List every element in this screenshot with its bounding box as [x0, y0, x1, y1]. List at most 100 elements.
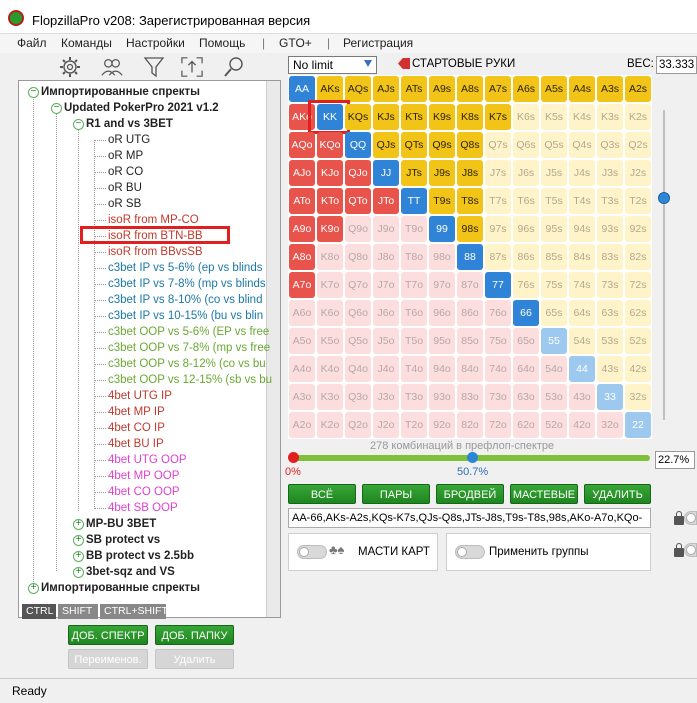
weight-input[interactable]: 33.333 [656, 56, 697, 74]
modifier-tab[interactable]: SHIFT [58, 604, 98, 619]
hand-cell-J5s[interactable]: J5s [541, 160, 567, 186]
lock-icon[interactable] [674, 511, 684, 525]
hand-cell-83s[interactable]: 83s [597, 244, 623, 270]
gear-icon[interactable] [58, 56, 82, 78]
hand-cell-A2o[interactable]: A2o [289, 412, 315, 438]
hand-cell-T9s[interactable]: T9s [429, 188, 455, 214]
tree-range-item[interactable]: c3bet OOP vs 8-12% (co vs bu [108, 356, 266, 372]
hand-cell-54o[interactable]: 54o [541, 356, 567, 382]
weight-slider-thumb[interactable] [658, 192, 670, 204]
hand-cell-T4o[interactable]: T4o [401, 356, 427, 382]
hand-cell-K5s[interactable]: K5s [541, 104, 567, 130]
hand-cell-Q7o[interactable]: Q7o [345, 272, 371, 298]
tree-range-item[interactable]: 4bet MP OOP [108, 468, 179, 484]
expand-icon[interactable]: + [73, 551, 84, 562]
hand-cell-A5s[interactable]: A5s [541, 76, 567, 102]
hand-cell-Q2s[interactable]: Q2s [625, 132, 651, 158]
expand-icon[interactable]: + [73, 567, 84, 578]
hand-cell-AA[interactable]: AA [289, 76, 315, 102]
hand-cell-T2o[interactable]: T2o [401, 412, 427, 438]
hand-cell-J2o[interactable]: J2o [373, 412, 399, 438]
tree-folder[interactable]: 3bet-sqz and VS [86, 564, 175, 580]
expand-icon[interactable]: + [73, 519, 84, 530]
hand-cell-52o[interactable]: 52o [541, 412, 567, 438]
hand-cell-T3s[interactable]: T3s [597, 188, 623, 214]
hand-cell-97s[interactable]: 97s [485, 216, 511, 242]
tree-range-item[interactable]: c3bet IP vs 7-8% (mp vs blinds [108, 276, 266, 292]
menu-item[interactable]: Регистрация [343, 36, 413, 50]
hand-cell-85s[interactable]: 85s [541, 244, 567, 270]
hand-cell-ATs[interactable]: ATs [401, 76, 427, 102]
tree-folder[interactable]: MP-BU 3BET [86, 516, 156, 532]
suited-button[interactable]: МАСТЕВЫЕ [510, 484, 578, 504]
tree-range-item[interactable]: 4bet CO IP [108, 420, 165, 436]
hand-cell-T4s[interactable]: T4s [569, 188, 595, 214]
tree-range-item[interactable]: c3bet OOP vs 7-8% (mp vs free [108, 340, 270, 356]
hand-cell-Q6o[interactable]: Q6o [345, 300, 371, 326]
hand-cell-Q5s[interactable]: Q5s [541, 132, 567, 158]
hand-cell-K5o[interactable]: K5o [317, 328, 343, 354]
hand-cell-87o[interactable]: 87o [457, 272, 483, 298]
tree-range-item[interactable]: oR BU [108, 180, 142, 196]
expand-icon[interactable]: + [28, 583, 39, 594]
hand-cell-55[interactable]: 55 [541, 328, 567, 354]
hand-cell-92s[interactable]: 92s [625, 216, 651, 242]
hand-cell-98o[interactable]: 98o [429, 244, 455, 270]
hand-cell-32s[interactable]: 32s [625, 384, 651, 410]
hand-cell-A6o[interactable]: A6o [289, 300, 315, 326]
tree-range-item[interactable]: 4bet UTG OOP [108, 452, 187, 468]
hand-cell-J3o[interactable]: J3o [373, 384, 399, 410]
tree-range-item[interactable]: 4bet UTG IP [108, 388, 172, 404]
hand-cell-J5o[interactable]: J5o [373, 328, 399, 354]
hand-cell-ATo[interactable]: ATo [289, 188, 315, 214]
tree-range-item[interactable]: 4bet BU IP [108, 436, 164, 452]
hand-cell-44[interactable]: 44 [569, 356, 595, 382]
tree-range-item[interactable]: c3bet OOP vs 12-15% (sb vs bu [108, 372, 272, 388]
select-all-button[interactable]: ВСЁ [288, 484, 356, 504]
hand-cell-J8s[interactable]: J8s [457, 160, 483, 186]
range-tree[interactable]: − Импортированные спректы − Updated PokerPr… [18, 80, 281, 618]
hand-cell-T6o[interactable]: T6o [401, 300, 427, 326]
modifier-tab[interactable]: CTRL [22, 604, 56, 619]
percent-slider-left-thumb[interactable] [288, 452, 299, 463]
hand-cell-K8o[interactable]: K8o [317, 244, 343, 270]
hand-cell-95o[interactable]: 95o [429, 328, 455, 354]
hand-cell-A4s[interactable]: A4s [569, 76, 595, 102]
pairs-button[interactable]: ПАРЫ [362, 484, 430, 504]
hand-cell-62o[interactable]: 62o [513, 412, 539, 438]
hand-cell-65o[interactable]: 65o [513, 328, 539, 354]
hand-cell-63s[interactable]: 63s [597, 300, 623, 326]
menu-item[interactable]: Файл [17, 36, 47, 50]
hand-cell-76o[interactable]: 76o [485, 300, 511, 326]
percent-input[interactable]: 22.7% [655, 451, 695, 469]
users-icon[interactable] [100, 56, 124, 78]
hand-cell-AQo[interactable]: AQo [289, 132, 315, 158]
hand-cell-K7s[interactable]: K7s [485, 104, 511, 130]
tree-range-item[interactable]: 4bet CO OOP [108, 484, 180, 500]
hand-cell-QTo[interactable]: QTo [345, 188, 371, 214]
hand-cell-KQo[interactable]: KQo [317, 132, 343, 158]
hand-cell-K9o[interactable]: K9o [317, 216, 343, 242]
collapse-icon[interactable]: − [73, 119, 84, 130]
hand-cell-53s[interactable]: 53s [597, 328, 623, 354]
hand-cell-Q6s[interactable]: Q6s [513, 132, 539, 158]
hand-cell-J8o[interactable]: J8o [373, 244, 399, 270]
hand-cell-A9o[interactable]: A9o [289, 216, 315, 242]
hand-cell-J6o[interactable]: J6o [373, 300, 399, 326]
hand-cell-A9s[interactable]: A9s [429, 76, 455, 102]
hand-cell-33[interactable]: 33 [597, 384, 623, 410]
hand-cell-Q5o[interactable]: Q5o [345, 328, 371, 354]
hand-cell-T9o[interactable]: T9o [401, 216, 427, 242]
tree-folder[interactable]: Updated PokerPro 2021 v1.2 [64, 100, 219, 116]
hand-cell-A3o[interactable]: A3o [289, 384, 315, 410]
tree-folder[interactable]: SB protect vs [86, 532, 160, 548]
hand-cell-T2s[interactable]: T2s [625, 188, 651, 214]
hand-cell-AKs[interactable]: AKs [317, 76, 343, 102]
hand-cell-96s[interactable]: 96s [513, 216, 539, 242]
hand-cell-84o[interactable]: 84o [457, 356, 483, 382]
hand-cell-66[interactable]: 66 [513, 300, 539, 326]
hand-cell-AJs[interactable]: AJs [373, 76, 399, 102]
hand-cell-QQ[interactable]: QQ [345, 132, 371, 158]
hand-cell-Q8s[interactable]: Q8s [457, 132, 483, 158]
hand-cell-Q3o[interactable]: Q3o [345, 384, 371, 410]
